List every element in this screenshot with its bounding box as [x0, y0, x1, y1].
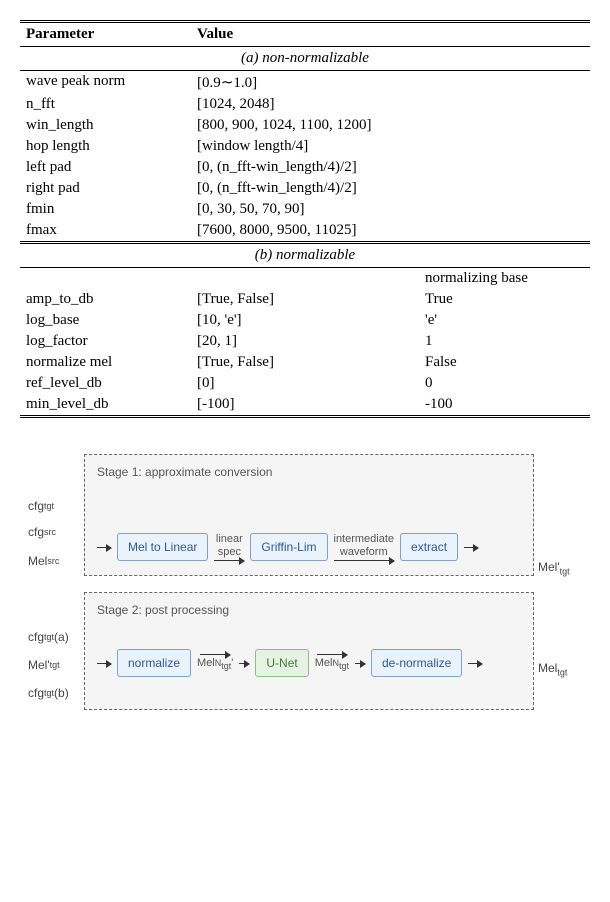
table-row: fmax[7600, 8000, 9500, 11025]: [20, 220, 590, 243]
value-cell: [0, (n_fft-win_length/4)/2]: [191, 178, 590, 199]
output-mel-tgt: Meltgt: [538, 661, 567, 677]
node-extract: extract: [400, 533, 458, 561]
param-cell: hop length: [20, 136, 191, 157]
output-mel-prime-tgt: Mel'tgt: [538, 560, 570, 576]
value-cell: [-100]: [191, 394, 419, 417]
input-cfg-tgt-b: cfgtgt(b): [28, 680, 80, 706]
table-row: normalizing base: [20, 268, 590, 290]
table-row: log_base[10, 'e']'e': [20, 310, 590, 331]
section-b-title: (b) normalizable: [20, 243, 590, 268]
stage2-box: Stage 2: post processing normalize MelNt…: [84, 592, 534, 710]
parameter-table: Parameter Value (a) non-normalizable wav…: [20, 20, 590, 418]
node-denormalize: de-normalize: [371, 649, 462, 677]
param-cell: wave peak norm: [20, 71, 191, 95]
input-cfg-src: cfgsrc: [28, 518, 80, 546]
input-mel-prime-tgt: Mel'tgt: [28, 650, 80, 680]
value-cell: [800, 900, 1024, 1100, 1200]: [191, 115, 590, 136]
base-cell: 0: [419, 373, 590, 394]
value-cell: [10, 'e']: [191, 310, 419, 331]
value-cell: [0.9∼1.0]: [191, 71, 590, 95]
value-cell: [20, 1]: [191, 331, 419, 352]
value-cell: [True, False]: [191, 289, 419, 310]
stage1-box: Stage 1: approximate conversion Mel to L…: [84, 454, 534, 576]
edge-meln-prime: MelNtgt': [197, 657, 233, 672]
input-mel-src: Melsrc: [28, 546, 80, 576]
edge-intermediate-waveform: intermediatewaveform: [334, 533, 395, 557]
param-cell: min_level_db: [20, 394, 191, 417]
base-cell: 1: [419, 331, 590, 352]
param-cell: ref_level_db: [20, 373, 191, 394]
param-cell: right pad: [20, 178, 191, 199]
table-row: right pad[0, (n_fft-win_length/4)/2]: [20, 178, 590, 199]
table-row: amp_to_db[True, False]True: [20, 289, 590, 310]
value-cell: [1024, 2048]: [191, 94, 590, 115]
table-row: wave peak norm[0.9∼1.0]: [20, 71, 590, 95]
header-parameter: Parameter: [20, 22, 191, 47]
stage1-title: Stage 1: approximate conversion: [97, 465, 521, 479]
value-cell: [window length/4]: [191, 136, 590, 157]
value-cell: [0, 30, 50, 70, 90]: [191, 199, 590, 220]
param-cell: log_base: [20, 310, 191, 331]
edge-linear-spec: linearspec: [216, 533, 243, 557]
value-cell: [7600, 8000, 9500, 11025]: [191, 220, 590, 243]
value-cell: [0]: [191, 373, 419, 394]
node-normalize: normalize: [117, 649, 191, 677]
input-cfg-tgt: cfgtgt: [28, 494, 80, 518]
base-cell: True: [419, 289, 590, 310]
table-row: hop length[window length/4]: [20, 136, 590, 157]
param-cell: normalize mel: [20, 352, 191, 373]
table-row: left pad[0, (n_fft-win_length/4)/2]: [20, 157, 590, 178]
base-cell: -100: [419, 394, 590, 417]
table-row: win_length[800, 900, 1024, 1100, 1200]: [20, 115, 590, 136]
table-row: fmin[0, 30, 50, 70, 90]: [20, 199, 590, 220]
table-row: log_factor[20, 1]1: [20, 331, 590, 352]
node-griffin-lim: Griffin-Lim: [250, 533, 327, 561]
base-header: normalizing base: [419, 268, 590, 290]
param-cell: log_factor: [20, 331, 191, 352]
section-a-title: (a) non-normalizable: [20, 47, 590, 71]
header-value: Value: [191, 22, 590, 47]
value-cell: [True, False]: [191, 352, 419, 373]
base-cell: False: [419, 352, 590, 373]
param-cell: left pad: [20, 157, 191, 178]
param-cell: amp_to_db: [20, 289, 191, 310]
base-cell: 'e': [419, 310, 590, 331]
param-cell: n_fft: [20, 94, 191, 115]
value-cell: [0, (n_fft-win_length/4)/2]: [191, 157, 590, 178]
table-row: normalize mel[True, False]False: [20, 352, 590, 373]
node-unet: U-Net: [255, 649, 308, 677]
param-cell: fmax: [20, 220, 191, 243]
stage2-title: Stage 2: post processing: [97, 603, 521, 617]
param-cell: fmin: [20, 199, 191, 220]
node-mel-to-linear: Mel to Linear: [117, 533, 208, 561]
table-row: n_fft[1024, 2048]: [20, 94, 590, 115]
edge-meln: MelNtgt: [315, 657, 349, 672]
table-row: min_level_db[-100]-100: [20, 394, 590, 417]
input-cfg-tgt-a: cfgtgt(a): [28, 624, 80, 650]
pipeline-diagram: cfgtgt cfgsrc Melsrc Stage 1: approximat…: [20, 448, 590, 736]
table-row: ref_level_db[0]0: [20, 373, 590, 394]
param-cell: win_length: [20, 115, 191, 136]
